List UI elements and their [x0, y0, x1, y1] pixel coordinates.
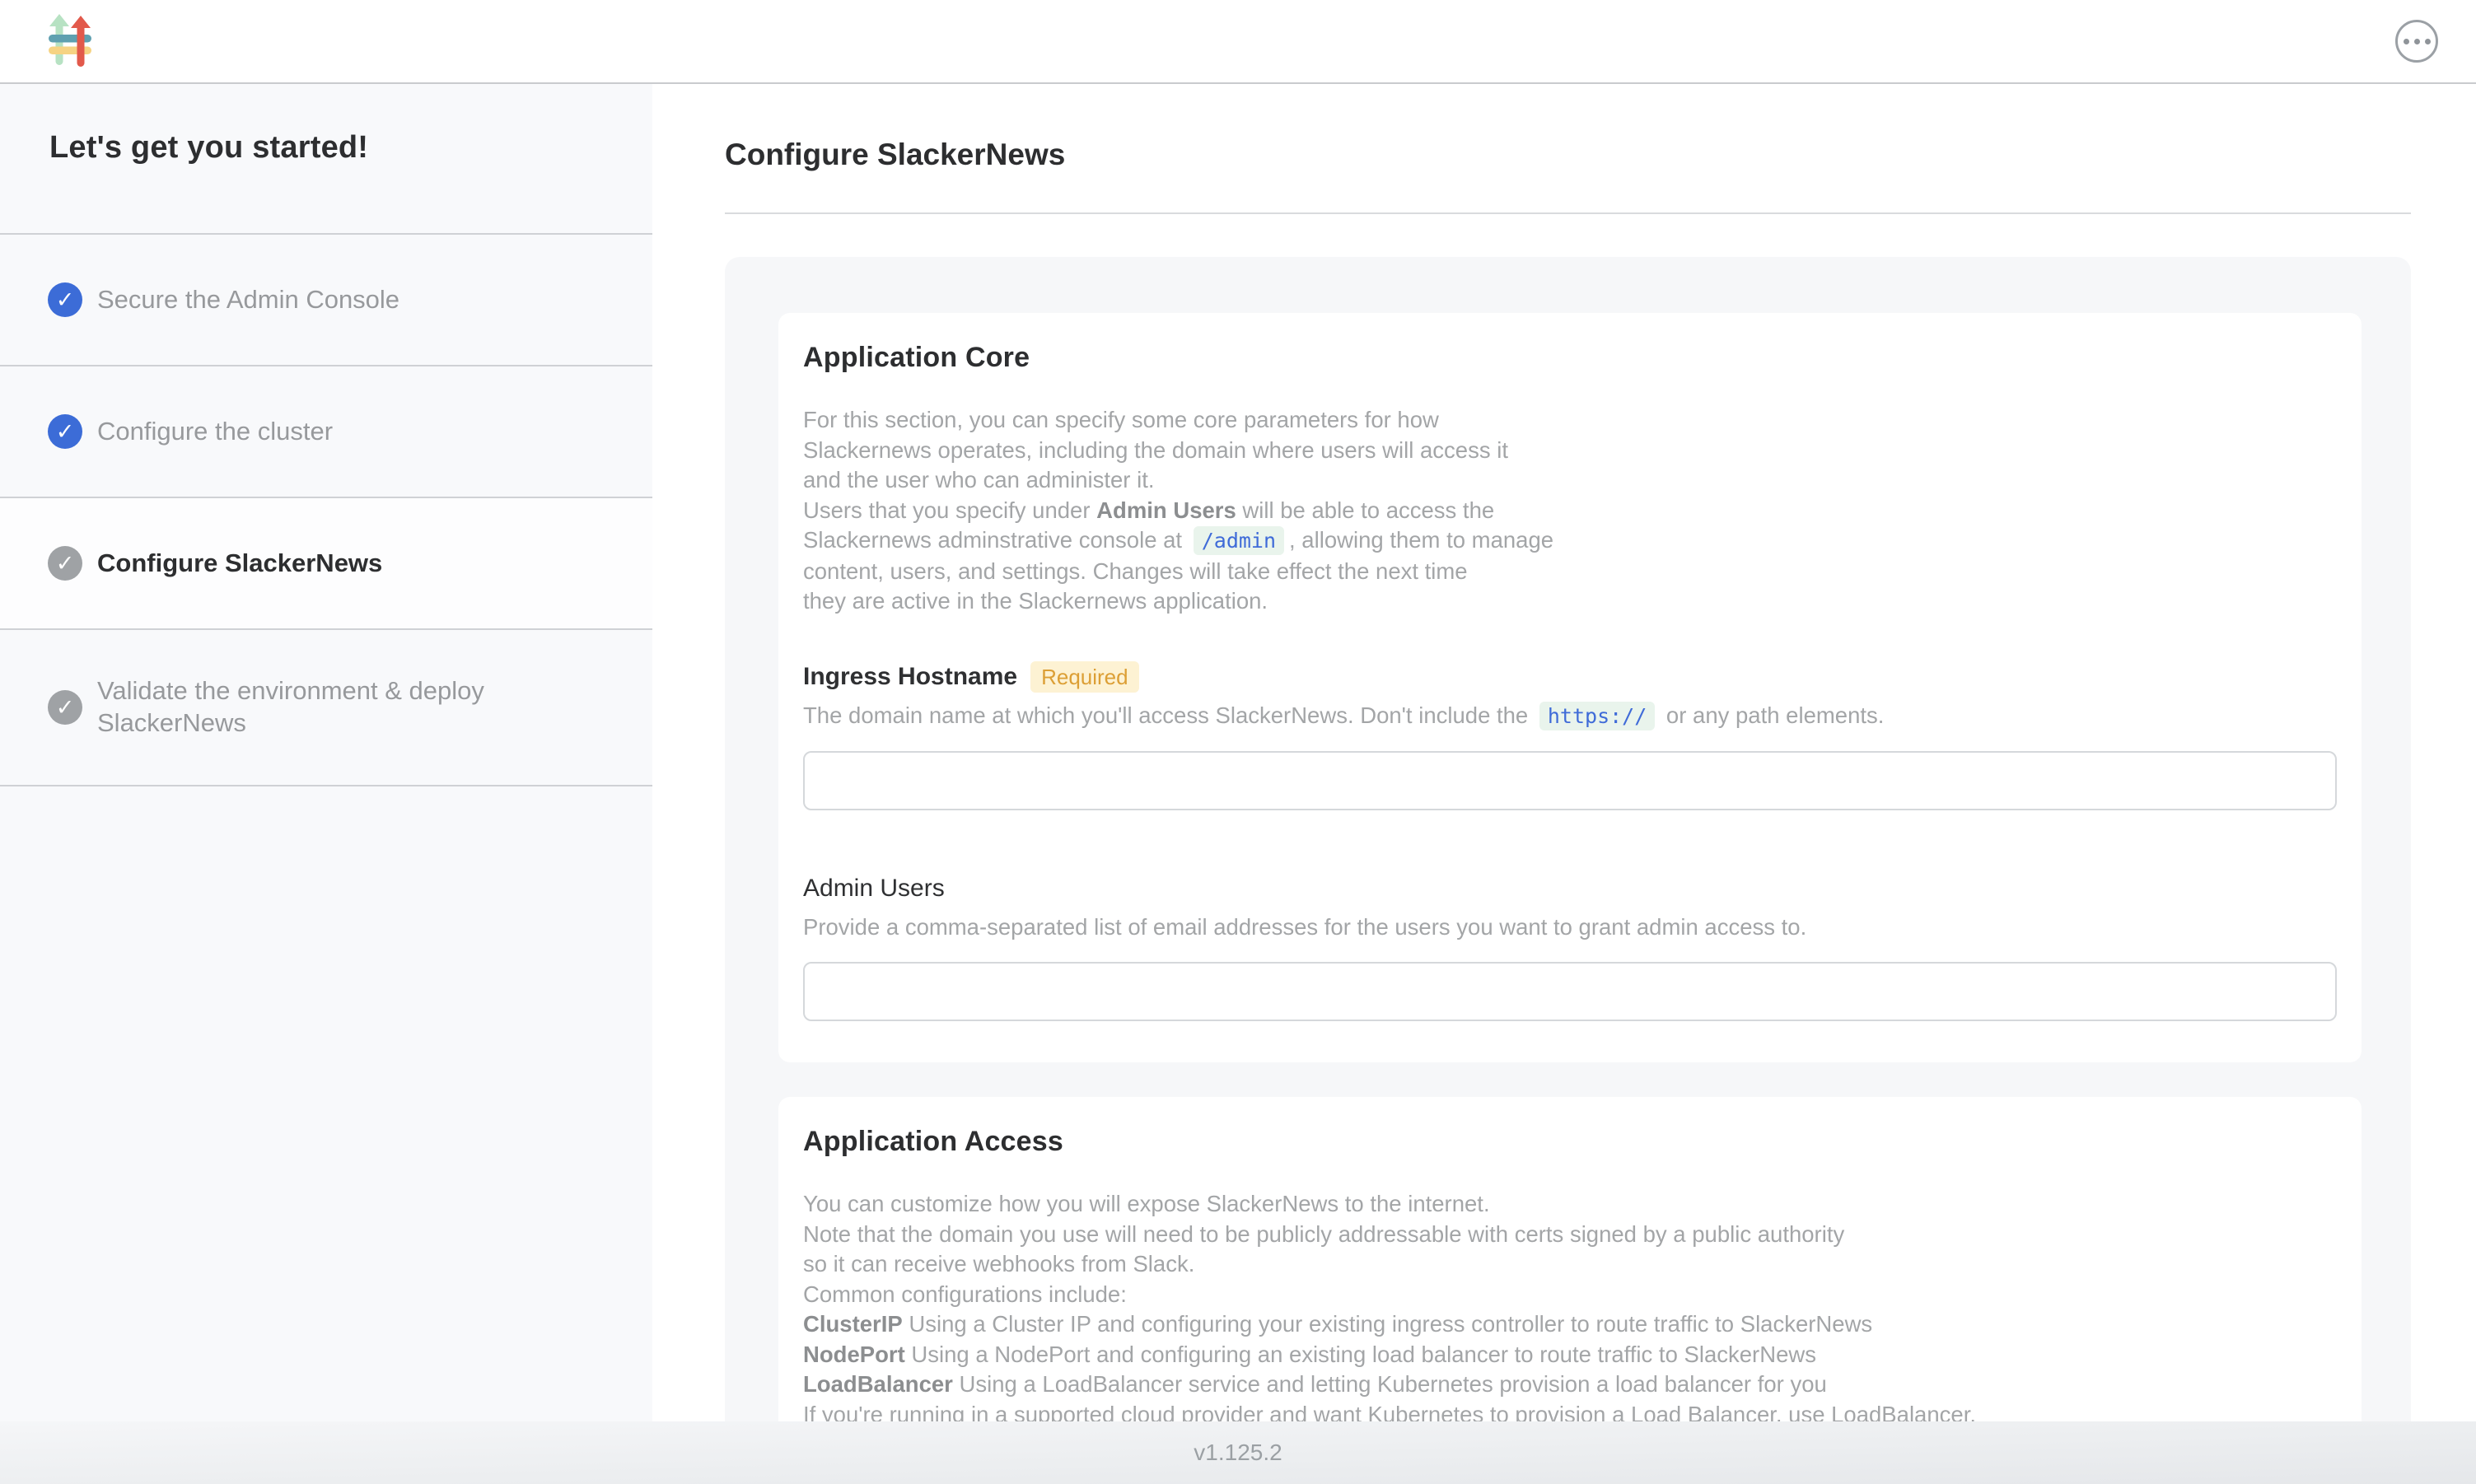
page-body: Let's get you started! ✓ Secure the Admi… [0, 84, 2476, 1421]
admin-users-help: Provide a comma-separated list of email … [803, 912, 2337, 942]
check-circle-icon: ✓ [48, 546, 82, 581]
application-access-description: You can customize how you will expose Sl… [803, 1189, 2337, 1421]
ellipsis-icon [2425, 39, 2431, 44]
ellipsis-icon [2404, 39, 2409, 44]
app-version: v1.125.2 [1194, 1440, 1282, 1466]
desc-line: Using a Cluster IP and configuring your … [903, 1311, 1872, 1337]
desc-line: content, users, and settings. Changes wi… [803, 558, 1468, 584]
admin-path-code-chip: /admin [1194, 526, 1284, 555]
sidebar-step-label: Configure the cluster [97, 416, 333, 448]
application-access-heading: Application Access [803, 1125, 2337, 1158]
admin-users-input[interactable] [803, 962, 2337, 1021]
overflow-menu-button[interactable] [2395, 20, 2438, 63]
check-circle-icon: ✓ [48, 282, 82, 317]
desc-line: Slackernews operates, including the doma… [803, 437, 1508, 463]
desc-line: Note that the domain you use will need t… [803, 1221, 1844, 1247]
setup-sidebar: Let's get you started! ✓ Secure the Admi… [0, 84, 652, 1421]
nodeport-keyword: NodePort [803, 1342, 905, 1367]
help-text: The domain name at which you'll access S… [803, 702, 1535, 728]
app-footer: v1.125.2 [0, 1421, 2476, 1484]
config-panel: Application Core For this section, you c… [725, 257, 2411, 1421]
sidebar-step-configure-slackernews[interactable]: ✓ Configure SlackerNews [0, 498, 652, 630]
sidebar-step-label: Configure SlackerNews [97, 548, 382, 580]
clusterip-keyword: ClusterIP [803, 1311, 903, 1337]
sidebar-header: Let's get you started! [0, 84, 652, 235]
app-window: Let's get you started! ✓ Secure the Admi… [0, 0, 2476, 1484]
desc-line: Common configurations include: [803, 1281, 1127, 1307]
main-content: Configure SlackerNews Application Core F… [652, 84, 2476, 1421]
desc-line: they are active in the Slackernews appli… [803, 588, 1268, 614]
check-circle-icon: ✓ [48, 414, 82, 449]
onboarding-title: Let's get you started! [49, 130, 619, 166]
desc-line: Slackernews adminstrative console at [803, 527, 1189, 553]
sidebar-step-validate-and-deploy[interactable]: ✓ Validate the environment & deploy Slac… [0, 630, 652, 786]
desc-line: so it can receive webhooks from Slack. [803, 1251, 1194, 1276]
https-code-chip: https:// [1539, 702, 1655, 730]
top-header [0, 0, 2476, 84]
field-ingress-hostname: Ingress Hostname Required [803, 661, 2337, 693]
sidebar-step-configure-cluster[interactable]: ✓ Configure the cluster [0, 366, 652, 498]
ellipsis-icon [2414, 39, 2420, 44]
slackernews-logo-icon [49, 14, 91, 68]
desc-line: For this section, you can specify some c… [803, 407, 1439, 432]
desc-line: Using a NodePort and configuring an exis… [905, 1342, 1816, 1367]
desc-line: If you're running in a supported cloud p… [803, 1402, 1976, 1421]
ingress-hostname-label: Ingress Hostname [803, 661, 1017, 693]
desc-line: , allowing them to manage [1289, 527, 1553, 553]
ingress-hostname-help: The domain name at which you'll access S… [803, 701, 2337, 731]
check-circle-icon: ✓ [48, 690, 82, 725]
card-application-core: Application Core For this section, you c… [778, 313, 2362, 1062]
desc-line: Using a LoadBalancer service and letting… [953, 1371, 1827, 1397]
application-core-heading: Application Core [803, 341, 2337, 374]
title-divider [725, 212, 2411, 214]
desc-line: will be able to access the [1236, 497, 1494, 523]
field-admin-users: Admin Users [803, 873, 2337, 904]
page-title: Configure SlackerNews [725, 137, 2411, 173]
desc-line: and the user who can administer it. [803, 467, 1154, 492]
loadbalancer-keyword: LoadBalancer [803, 1371, 953, 1397]
desc-line: Users that you specify under [803, 497, 1096, 523]
required-badge: Required [1030, 661, 1139, 693]
help-text: or any path elements. [1660, 702, 1884, 728]
admin-users-label: Admin Users [803, 873, 945, 904]
application-core-description: For this section, you can specify some c… [803, 405, 2337, 617]
admin-users-keyword: Admin Users [1096, 497, 1236, 523]
card-application-access: Application Access You can customize how… [778, 1097, 2362, 1421]
sidebar-step-label: Secure the Admin Console [97, 284, 399, 316]
sidebar-step-secure-admin-console[interactable]: ✓ Secure the Admin Console [0, 235, 652, 366]
sidebar-step-label: Validate the environment & deploy Slacke… [97, 675, 542, 740]
ingress-hostname-input[interactable] [803, 751, 2337, 810]
desc-line: You can customize how you will expose Sl… [803, 1191, 1490, 1216]
